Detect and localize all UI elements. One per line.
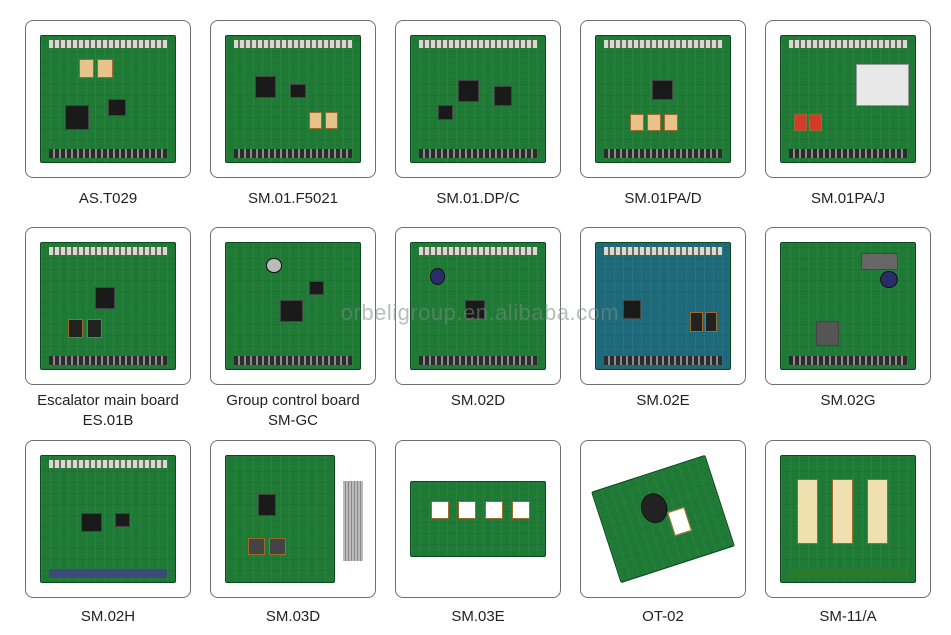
- product-label: SM.01.F5021: [247, 190, 339, 207]
- circuit-board-image: [410, 35, 546, 163]
- product-label: SM.03E: [451, 608, 505, 625]
- product-label: OT-02: [642, 608, 684, 625]
- product-card-es-01b[interactable]: [25, 227, 191, 385]
- circuit-board-image: [225, 455, 335, 583]
- product-card-sm-01-f5021[interactable]: [210, 20, 376, 178]
- product-card-sm-11-a[interactable]: [765, 440, 931, 598]
- circuit-board-image: [410, 481, 546, 557]
- circuit-board-image: [225, 35, 361, 163]
- product-label: SM.02E: [636, 392, 690, 409]
- product-card-sm-01pa-j[interactable]: [765, 20, 931, 178]
- product-card-sm-03e[interactable]: [395, 440, 561, 598]
- circuit-board-image: [780, 242, 916, 370]
- product-card-sm-01pa-d[interactable]: [580, 20, 746, 178]
- circuit-board-image: [40, 242, 176, 370]
- watermark-text: orbeligroup.en.alibaba.com: [340, 300, 620, 325]
- product-label: Escalator main board ES.01B: [37, 392, 179, 429]
- product-card-ot-02[interactable]: [580, 440, 746, 598]
- product-label: SM.02H: [80, 608, 136, 625]
- ribbon-cable-image: [343, 481, 363, 561]
- circuit-board-image: [40, 35, 176, 163]
- circuit-board-image: [40, 455, 176, 583]
- product-label: SM.01PA/J: [811, 190, 885, 207]
- product-label: SM.02G: [820, 392, 876, 409]
- product-label: SM.02D: [450, 392, 506, 409]
- product-label: SM.03D: [265, 608, 321, 625]
- circuit-board-image: [595, 35, 731, 163]
- product-label: Group control board SM-GC: [226, 392, 360, 429]
- circuit-board-image: [591, 454, 735, 584]
- product-label: SM.01PA/D: [624, 190, 702, 207]
- circuit-board-image: [780, 455, 916, 583]
- product-label: SM.01.DP/C: [436, 190, 520, 207]
- product-card-sm-01-dp-c[interactable]: [395, 20, 561, 178]
- product-card-sm-03d[interactable]: [210, 440, 376, 598]
- circuit-board-image: [780, 35, 916, 163]
- product-card-sm-02h[interactable]: [25, 440, 191, 598]
- product-card-sm-02g[interactable]: [765, 227, 931, 385]
- product-card-as-t029[interactable]: [25, 20, 191, 178]
- product-label: AS.T029: [78, 190, 138, 207]
- product-label: SM-11/A: [819, 608, 877, 625]
